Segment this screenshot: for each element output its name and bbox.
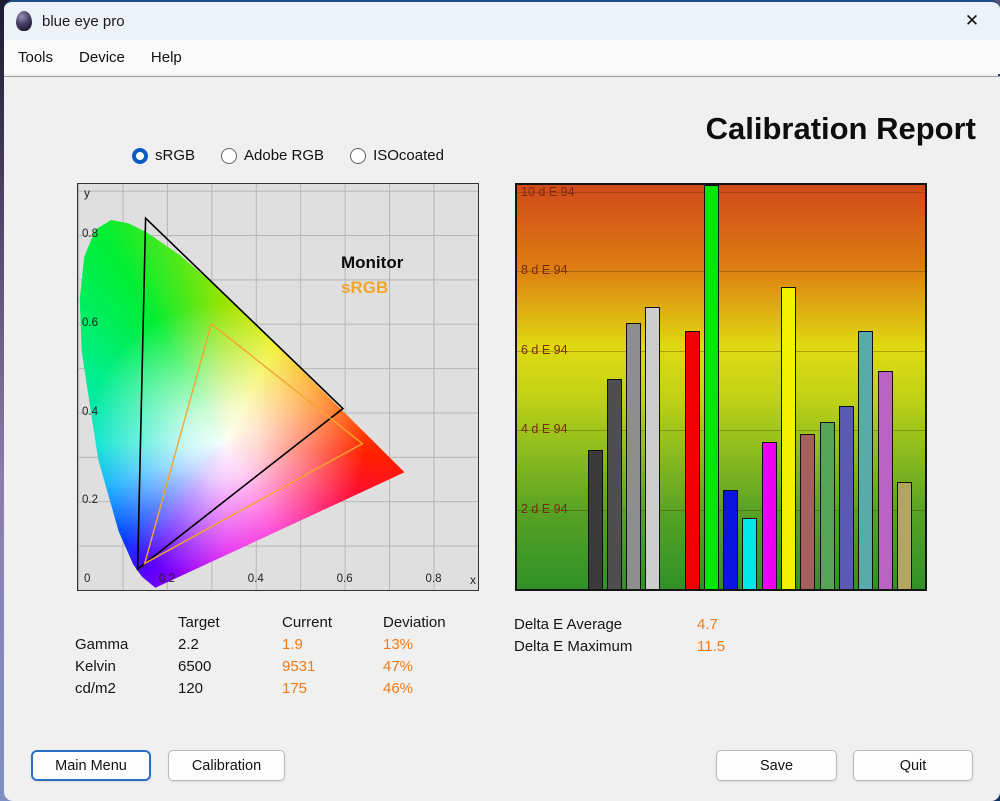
delta-e-bar bbox=[781, 287, 796, 589]
delta-e-maximum-value: 11.5 bbox=[697, 637, 726, 655]
radio-option-adobe-rgb[interactable]: Adobe RGB bbox=[221, 147, 324, 164]
delta-e-average-label: Delta E Average bbox=[514, 615, 623, 633]
delta-e-bar bbox=[800, 434, 816, 589]
menu-bar: Tools Device Help bbox=[4, 40, 1000, 74]
bar-chart-tick-label: 6 d E 94 bbox=[521, 342, 568, 357]
delta-e-bar bbox=[761, 442, 777, 589]
cie-x-tick-label: 0 bbox=[84, 573, 91, 585]
cie-x-tick-label: 0.2 bbox=[158, 573, 175, 585]
cie-x-axis-label: x bbox=[470, 573, 476, 587]
measurement-row: Gamma 2.2 1.9 13% bbox=[75, 633, 496, 655]
monitor-gamut-triangle bbox=[136, 216, 345, 571]
radio-label: ISOcoated bbox=[373, 147, 444, 164]
delta-e-bar-chart: 2 d E 94 4 d E 94 6 d E 94 8 d E 94 10 d E 9… bbox=[515, 183, 927, 591]
radio-option-srgb[interactable]: sRGB bbox=[132, 147, 195, 164]
content-panel: sRGB Adobe RGB ISOcoated Calibration Repor… bbox=[4, 76, 1000, 801]
delta-e-bar bbox=[858, 330, 874, 589]
current-value: 175 bbox=[282, 679, 308, 697]
legend-srgb-label: sRGB bbox=[341, 278, 389, 297]
cie-x-tick-label: 0.4 bbox=[247, 573, 264, 585]
bar-chart-tick-label: 8 d E 94 bbox=[521, 263, 568, 278]
delta-e-bar bbox=[742, 517, 758, 589]
menu-item-device[interactable]: Device bbox=[79, 49, 125, 66]
bar-chart-gridline bbox=[517, 191, 925, 193]
app-icon bbox=[16, 11, 32, 31]
column-header: Target bbox=[178, 613, 220, 631]
deviation-value: 46% bbox=[383, 679, 414, 697]
target-value: 2.2 bbox=[178, 635, 199, 653]
desktop-background: blue eye pro ✕ Tools Device Help sRGB Adobe… bbox=[0, 0, 1000, 801]
bar-chart-tick-label: 2 d E 94 bbox=[521, 501, 568, 516]
radio-button-icon bbox=[132, 147, 148, 164]
cie-y-tick-label: 0.2 bbox=[82, 494, 98, 507]
gamut-radio-group: sRGB Adobe RGB ISOcoated bbox=[132, 147, 444, 164]
delta-e-maximum-label: Delta E Maximum bbox=[514, 637, 633, 655]
measure-row-label: Gamma bbox=[75, 635, 129, 653]
radio-label: sRGB bbox=[155, 147, 196, 164]
app-window: blue eye pro ✕ Tools Device Help sRGB Adobe… bbox=[4, 0, 1000, 801]
close-icon[interactable]: ✕ bbox=[956, 6, 988, 36]
measurements-header-row: Target Current Deviation bbox=[75, 611, 496, 633]
delta-e-bar bbox=[626, 322, 642, 589]
delta-e-average-value: 4.7 bbox=[697, 615, 718, 633]
cie-y-tick-label: 0.6 bbox=[82, 316, 98, 329]
column-header: Current bbox=[282, 613, 333, 631]
title-bar[interactable]: blue eye pro ✕ bbox=[4, 2, 1000, 40]
cie-y-axis-label: y bbox=[84, 186, 90, 200]
cie-legend: Monitor sRGB bbox=[341, 250, 403, 300]
measurement-row: cd/m2 120 175 46% bbox=[75, 677, 496, 699]
report-title: Calibration Report bbox=[705, 111, 976, 146]
delta-e-average-row: Delta E Average 4.7 bbox=[514, 613, 725, 635]
delta-e-bar bbox=[819, 422, 835, 589]
window-title: blue eye pro bbox=[42, 12, 125, 30]
measure-row-label: Kelvin bbox=[75, 657, 116, 675]
menu-item-tools[interactable]: Tools bbox=[18, 49, 53, 66]
bar-chart-tick-label: 10 d E 94 bbox=[521, 185, 575, 199]
cie-x-tick-label: 0.6 bbox=[336, 573, 353, 585]
target-value: 120 bbox=[178, 679, 204, 697]
target-value: 6500 bbox=[178, 657, 212, 675]
delta-e-maximum-row: Delta E Maximum 11.5 bbox=[514, 635, 725, 657]
cie-y-tick-label: 0.8 bbox=[82, 228, 98, 241]
deviation-value: 13% bbox=[383, 635, 414, 653]
column-header: Deviation bbox=[383, 613, 446, 631]
cie-chromaticity-chart: 0.2 0.4 0.6 0.8 0 0.2 0.4 0.6 0.8 y x Monitor sRGB bbox=[77, 183, 479, 591]
cie-y-tick-label: 0.4 bbox=[82, 405, 98, 418]
delta-e-bar bbox=[896, 481, 912, 589]
delta-e-bar bbox=[877, 370, 893, 589]
delta-e-bar bbox=[723, 489, 739, 589]
current-value: 1.9 bbox=[282, 635, 303, 653]
save-button[interactable]: Save bbox=[716, 750, 837, 781]
radio-option-isocoated[interactable]: ISOcoated bbox=[350, 147, 444, 164]
bar-chart-tick-label: 4 d E 94 bbox=[521, 422, 568, 437]
measure-row-label: cd/m2 bbox=[75, 679, 116, 697]
deviation-value: 47% bbox=[383, 657, 414, 675]
radio-button-icon bbox=[221, 147, 238, 164]
menu-item-help[interactable]: Help bbox=[151, 49, 182, 66]
delta-e-bar bbox=[684, 330, 700, 589]
delta-e-bar bbox=[703, 185, 719, 589]
delta-e-bar bbox=[587, 450, 603, 589]
bar-chart-gridline bbox=[517, 271, 925, 273]
delta-e-bar bbox=[645, 307, 661, 589]
srgb-gamut-triangle bbox=[143, 322, 364, 565]
measurement-row: Kelvin 6500 9531 47% bbox=[75, 655, 496, 677]
delta-e-summary: Delta E Average 4.7 Delta E Maximum 11.5 bbox=[514, 613, 725, 657]
radio-label: Adobe RGB bbox=[244, 147, 325, 164]
calibration-button[interactable]: Calibration bbox=[168, 750, 285, 781]
measurements-table: Target Current Deviation Gamma 2.2 1.9 13% Kelv… bbox=[75, 611, 496, 699]
quit-button[interactable]: Quit bbox=[853, 750, 973, 781]
radio-button-icon bbox=[350, 147, 367, 164]
delta-e-bar bbox=[838, 406, 854, 589]
gamut-triangles bbox=[136, 216, 364, 571]
delta-e-bar bbox=[606, 378, 622, 589]
current-value: 9531 bbox=[282, 657, 316, 675]
main-menu-button[interactable]: Main Menu bbox=[31, 750, 151, 781]
cie-x-tick-label: 0.8 bbox=[425, 573, 442, 585]
legend-monitor-label: Monitor bbox=[341, 253, 404, 272]
